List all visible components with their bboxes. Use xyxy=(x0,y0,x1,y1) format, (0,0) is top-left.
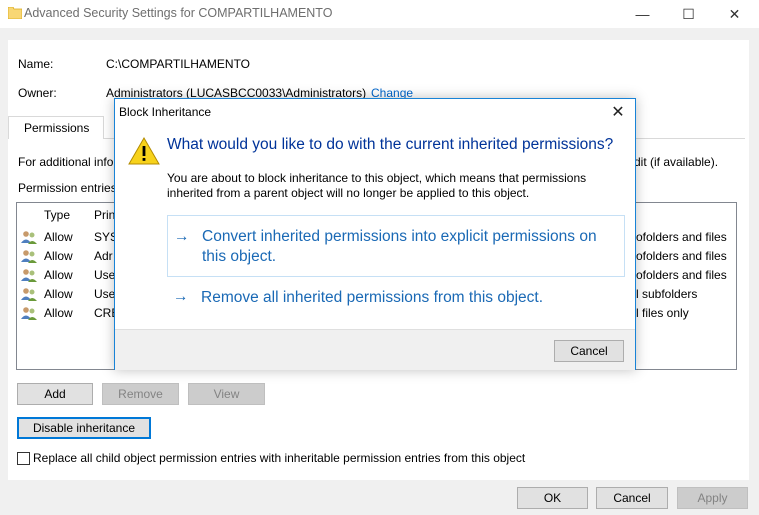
row-applies-to: ofolders and files xyxy=(636,268,727,282)
dialog-cancel-label: Cancel xyxy=(570,344,608,358)
info-text-left: For additional info xyxy=(18,155,114,169)
window-title: Advanced Security Settings for COMPARTIL… xyxy=(24,6,333,20)
dialog-question: What would you like to do with the curre… xyxy=(167,136,614,153)
block-inheritance-dialog: Block Inheritance ✕ What would you like … xyxy=(114,98,636,370)
add-button-label: Add xyxy=(44,387,66,401)
remove-inherited-permissions-option[interactable]: → Remove all inherited permissions from … xyxy=(167,287,625,311)
arrow-right-icon: → xyxy=(173,288,189,305)
row-principal: Use xyxy=(94,287,116,301)
close-button[interactable]: ✕ xyxy=(712,0,757,28)
tab-permissions[interactable]: Permissions xyxy=(8,116,104,139)
users-icon xyxy=(21,307,37,320)
dialog-cancel-button[interactable]: Cancel xyxy=(554,340,624,362)
close-icon: ✕ xyxy=(611,104,625,121)
convert-option-label: Convert inherited permissions into expli… xyxy=(202,228,597,265)
close-icon: ✕ xyxy=(728,5,741,22)
maximize-icon: ☐ xyxy=(682,5,695,22)
arrow-right-icon: → xyxy=(174,228,190,245)
row-principal: Adr xyxy=(94,249,113,263)
dialog-description: You are about to block inheritance to th… xyxy=(167,171,587,200)
replace-child-entries-checkbox[interactable] xyxy=(17,452,30,465)
warning-icon xyxy=(128,137,160,165)
dialog-close-button[interactable]: ✕ xyxy=(607,101,629,123)
owner-label: Owner: xyxy=(18,86,57,100)
add-button[interactable]: Add xyxy=(17,383,93,405)
row-applies-to: l subfolders xyxy=(636,287,698,301)
apply-button[interactable]: Apply xyxy=(677,487,748,509)
name-label: Name: xyxy=(18,57,54,71)
remove-button-label: Remove xyxy=(118,387,163,401)
maximize-button[interactable]: ☐ xyxy=(666,0,711,28)
column-header-principal[interactable]: Prin xyxy=(94,208,115,222)
cancel-button[interactable]: Cancel xyxy=(596,487,668,509)
name-value: C:\COMPARTILHAMENTO xyxy=(106,57,251,71)
users-icon xyxy=(21,288,37,301)
folder-icon xyxy=(8,7,22,19)
disable-inheritance-label: Disable inheritance xyxy=(32,421,136,435)
users-icon xyxy=(21,231,37,244)
remove-option-label: Remove all inherited permissions from th… xyxy=(201,289,543,306)
row-applies-to: ofolders and files xyxy=(636,249,727,263)
dialog-title: Block Inheritance xyxy=(119,105,212,119)
row-type: Allow xyxy=(44,249,73,263)
row-type: Allow xyxy=(44,306,73,320)
view-button[interactable]: View xyxy=(188,383,265,405)
title-bar: Advanced Security Settings for COMPARTIL… xyxy=(0,0,759,28)
users-icon xyxy=(21,269,37,282)
row-type: Allow xyxy=(44,230,73,244)
view-button-label: View xyxy=(213,387,240,401)
row-type: Allow xyxy=(44,287,73,301)
minimize-icon: — xyxy=(635,6,650,22)
cancel-button-label: Cancel xyxy=(613,491,651,505)
dialog-footer: Cancel xyxy=(115,329,635,370)
remove-button[interactable]: Remove xyxy=(102,383,179,405)
users-icon xyxy=(21,250,37,263)
row-principal: Use xyxy=(94,268,116,282)
row-applies-to: l files only xyxy=(636,306,689,320)
ok-button-label: OK xyxy=(543,491,562,505)
disable-inheritance-button[interactable]: Disable inheritance xyxy=(17,417,151,439)
ok-button[interactable]: OK xyxy=(517,487,588,509)
minimize-button[interactable]: — xyxy=(620,0,665,28)
column-header-type[interactable]: Type xyxy=(44,208,70,222)
apply-button-label: Apply xyxy=(697,491,728,505)
info-text-right: dit (if available). xyxy=(634,155,719,169)
convert-inherited-permissions-option[interactable]: → Convert inherited permissions into exp… xyxy=(167,215,625,277)
permission-entries-label: Permission entries xyxy=(18,181,117,195)
row-type: Allow xyxy=(44,268,73,282)
row-applies-to: ofolders and files xyxy=(636,230,727,244)
tab-permissions-label: Permissions xyxy=(24,121,90,135)
replace-child-entries-label[interactable]: Replace all child object permission entr… xyxy=(33,451,525,465)
